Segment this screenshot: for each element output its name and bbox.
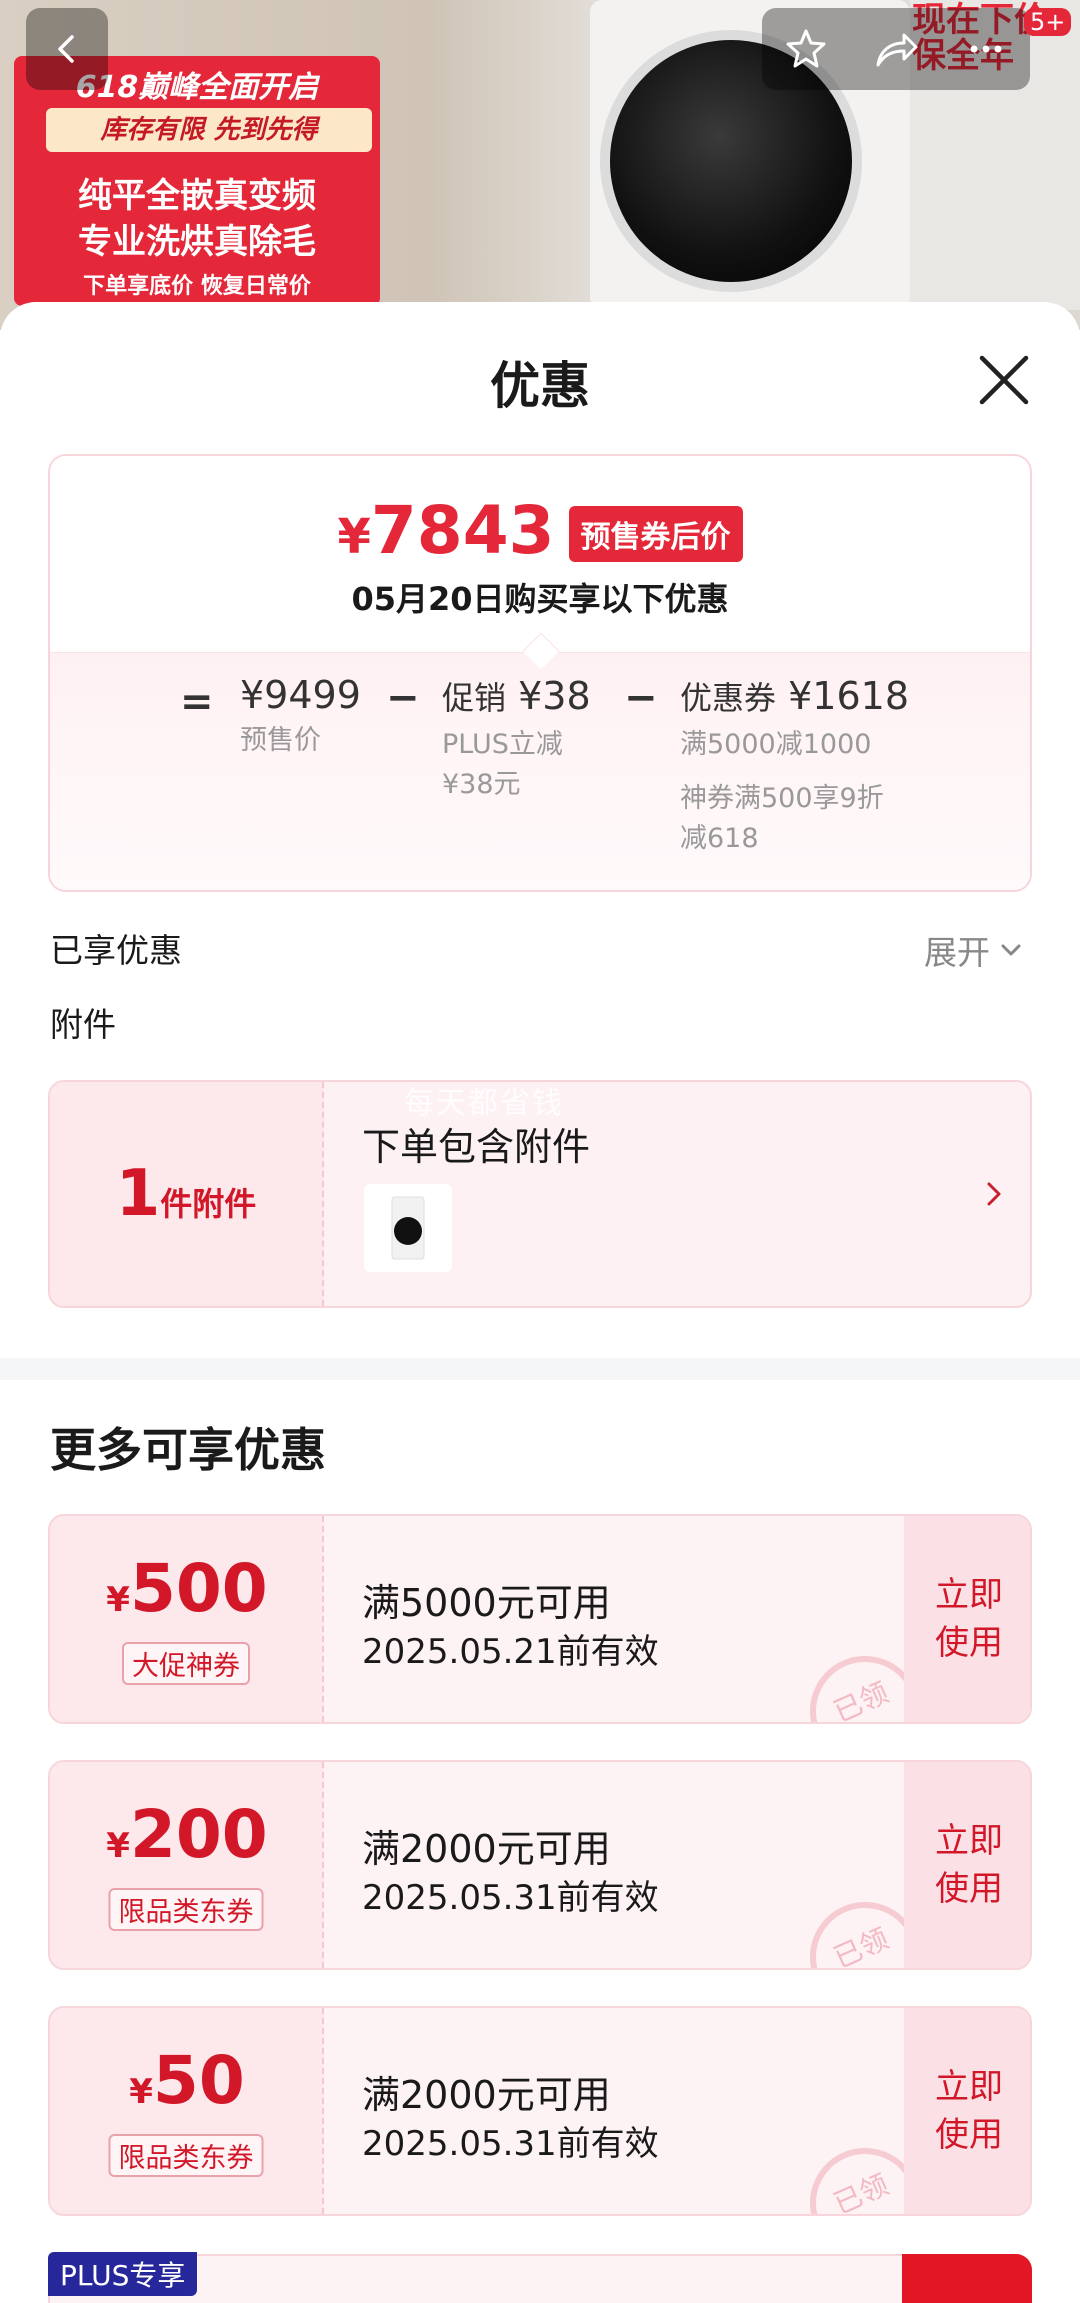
coupon-sub-2: 神券满500享9折	[680, 783, 884, 814]
chevron-down-icon	[1001, 944, 1021, 956]
attachment-title: 下单包含附件	[362, 1125, 591, 1169]
star-icon[interactable]	[782, 25, 830, 73]
coupon-validity: 2025.05.31前有效	[362, 1878, 659, 1918]
coupon-amount: ¥500	[106, 1550, 268, 1627]
coupon-card: ¥200 限品类东券 满2000元可用 2025.05.31前有效 已领 立即使…	[48, 1760, 1032, 1970]
expand-label: 展开	[924, 933, 990, 972]
coupon-condition: 满2000元可用	[362, 2073, 611, 2117]
coupon-tag: 限品类东券	[108, 2134, 264, 2177]
promo-discount: 促销 ¥38	[442, 674, 591, 718]
coupon-tag: 大促神券	[122, 1642, 250, 1685]
promo-bottom-text: 下单享底价 恢复日常价	[83, 274, 311, 299]
plus-exclusive-tag: PLUS专享	[48, 2252, 198, 2296]
share-icon[interactable]	[870, 25, 922, 73]
minus-sign: −	[624, 675, 658, 721]
promo-strip: 库存有限 先到先得	[46, 108, 372, 152]
use-now-button[interactable]: 立即 使用	[904, 1762, 1030, 1968]
coupon-value-panel: ¥500 大促神券	[50, 1516, 324, 1722]
price-summary: ¥7843 预售券后价 05月20日购买享以下优惠	[50, 456, 1030, 652]
attachment-count: 1 件附件	[50, 1082, 324, 1306]
attachment-thumbnail	[364, 1184, 452, 1272]
promo-feature-1: 纯平全嵌真变频	[78, 176, 316, 216]
equals-sign: =	[180, 679, 214, 725]
sheet-title: 优惠	[490, 357, 590, 415]
notification-count-badge: 5+	[1024, 8, 1072, 36]
back-button[interactable]	[26, 8, 108, 90]
use-now-button[interactable]: 立即 使用	[904, 2008, 1030, 2214]
coupon-amount: ¥50	[129, 2042, 245, 2119]
presale-price: ¥9499	[240, 673, 361, 717]
enjoyed-discounts-label: 已享优惠	[50, 931, 182, 970]
coupon-condition: 满5000元可用	[362, 1581, 611, 1625]
promo-sub-2: ¥38元	[442, 769, 521, 800]
coupon-sub-3: 减618	[680, 823, 759, 854]
coupon-discount: 优惠券 ¥1618	[680, 674, 909, 718]
coupon-condition: 满2000元可用	[362, 1827, 611, 1871]
chevron-right-icon	[987, 1182, 1001, 1206]
discount-sheet: 优惠 ¥7843 预售券后价 05月20日购买享以下优惠 = ¥9499 预售价…	[0, 302, 1080, 2303]
final-price: ¥7843	[337, 492, 555, 569]
watermark-text: 每天都省钱	[404, 1086, 564, 1121]
washer-thumbnail-icon	[391, 1196, 425, 1260]
section-divider	[0, 1358, 1080, 1380]
more-discounts-title: 更多可享优惠	[50, 1423, 326, 1477]
use-now-button[interactable]: 立即 使用	[904, 1516, 1030, 1722]
coupon-card: ¥500 大促神券 满5000元可用 2025.05.21前有效 已领 立即 使用	[48, 1514, 1032, 1724]
chevron-left-icon	[58, 35, 74, 63]
purchase-date-text: 05月20日购买享以下优惠	[351, 580, 729, 618]
coupon-tag: 限品类东券	[108, 1888, 264, 1931]
presale-label: 预售价	[240, 725, 321, 756]
price-breakdown-card: ¥7843 预售券后价 05月20日购买享以下优惠 = ¥9499 预售价 − …	[48, 454, 1032, 892]
minus-sign: −	[386, 675, 420, 721]
plus-coupon-action[interactable]	[902, 2254, 1032, 2303]
close-icon[interactable]	[976, 352, 1032, 408]
final-price-tag: 预售券后价	[568, 506, 743, 562]
coupon-value-panel: ¥50 限品类东券	[50, 2008, 324, 2214]
top-toolbar	[762, 8, 1030, 90]
coupon-amount: ¥200	[106, 1796, 268, 1873]
coupon-value-panel: ¥200 限品类东券	[50, 1762, 324, 1968]
attachments-label: 附件	[50, 1005, 116, 1044]
promo-feature-2: 专业洗烘真除毛	[78, 222, 316, 262]
price-formula: = ¥9499 预售价 − 促销 ¥38 PLUS立减 ¥38元 − 优惠券 ¥…	[50, 652, 1030, 890]
coupon-validity: 2025.05.21前有效	[362, 1632, 659, 1672]
more-icon[interactable]	[962, 25, 1010, 73]
expand-button[interactable]: 展开	[924, 926, 1024, 974]
coupon-sub-1: 满5000减1000	[680, 729, 872, 760]
promo-sub-1: PLUS立减	[442, 729, 563, 760]
coupon-card: ¥50 限品类东券 满2000元可用 2025.05.31前有效 已领 立即 使用	[48, 2006, 1032, 2216]
final-price-row: ¥7843 预售券后价	[50, 494, 1030, 574]
coupon-validity: 2025.05.31前有效	[362, 2124, 659, 2164]
